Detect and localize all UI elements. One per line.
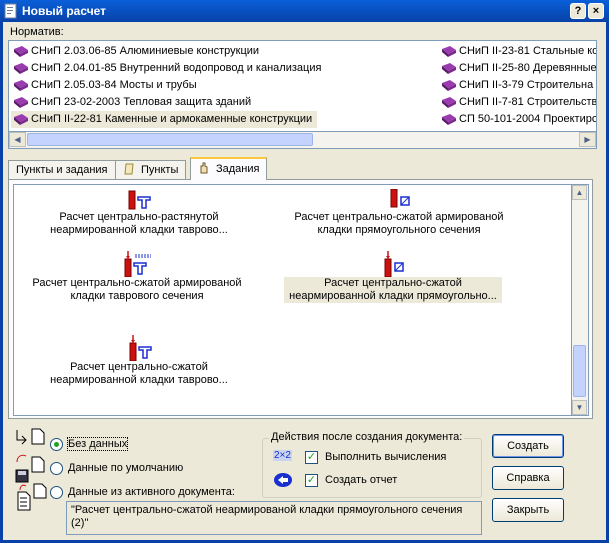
scroll-thumb[interactable] xyxy=(573,345,586,397)
hand-icon xyxy=(200,162,208,174)
default-data-radio[interactable] xyxy=(50,462,63,475)
scroll-right-icon[interactable]: ▶ xyxy=(579,132,596,147)
normativ-item[interactable]: СНиП 23-02-2003 Тепловая защита зданий xyxy=(11,94,431,111)
active-document-radio[interactable] xyxy=(50,486,63,499)
normativ-item[interactable]: СП 50-101-2004 Проектиров xyxy=(439,111,596,128)
scroll-up-icon[interactable]: ▲ xyxy=(572,185,587,200)
tasks-view[interactable]: Расчет центрально-растянутой неармирован… xyxy=(13,184,572,416)
normativ-item[interactable]: СНиП 2.03.06-85 Алюминиевые конструкции xyxy=(11,43,431,60)
page-icon xyxy=(124,163,134,175)
tee-section-icon xyxy=(128,190,151,210)
report-label: Создать отчет xyxy=(325,474,398,486)
tasks-panel: Расчет центрально-растянутой неармирован… xyxy=(8,179,593,419)
data-option-icons xyxy=(15,428,47,511)
normativ-item[interactable]: СНиП 2.05.03-84 Мосты и трубы xyxy=(11,77,431,94)
scroll-thumb[interactable] xyxy=(27,133,313,146)
compute-label: Выполнить вычисления xyxy=(325,451,447,463)
calculator-icon: 2×2 xyxy=(273,450,292,461)
normativ-item[interactable]: СНиП II-7-81 Строительство xyxy=(439,94,596,111)
window-title: Новый расчет xyxy=(22,4,107,18)
task-item[interactable]: Расчет центрально-сжатой армированой кла… xyxy=(284,189,514,237)
tab-points-and-tasks[interactable]: Пункты и задания xyxy=(8,160,116,179)
book-icon xyxy=(442,114,456,125)
tasks-vertical-scrollbar[interactable]: ▲ ▼ xyxy=(572,184,589,416)
book-icon xyxy=(14,114,28,125)
scroll-down-icon[interactable]: ▼ xyxy=(572,400,587,415)
book-icon xyxy=(442,63,456,74)
book-icon xyxy=(442,46,456,57)
normativ-item[interactable]: СНиП II-3-79 Строительна xyxy=(439,77,596,94)
rect-section-icon xyxy=(390,189,410,208)
normativ-item-selected[interactable]: СНиП II-22-81 Каменные и армокаменные ко… xyxy=(11,111,317,128)
help-title-button[interactable]: ? xyxy=(570,3,586,19)
normativ-list[interactable]: СНиП 2.03.06-85 Алюминиевые конструкции … xyxy=(8,40,597,132)
close-title-button[interactable]: × xyxy=(588,3,604,19)
help-button[interactable]: Справка xyxy=(492,466,564,490)
tab-tasks[interactable]: Задания xyxy=(190,157,268,180)
book-icon xyxy=(14,46,28,57)
normativ-item[interactable]: СНиП 2.04.01-85 Внутренний водопровод и … xyxy=(11,60,431,77)
scroll-left-icon[interactable]: ◀ xyxy=(9,132,26,147)
task-item[interactable]: Расчет центрально-растянутой неармирован… xyxy=(34,189,244,237)
rect-section-icon xyxy=(384,251,404,277)
normativ-item[interactable]: СНиП II-23-81 Стальные кон xyxy=(439,43,596,60)
create-button[interactable]: Создать xyxy=(492,434,564,458)
after-create-group: Действия после создания документа: 2×2 ✓… xyxy=(262,431,482,498)
active-document-value: "Расчет центрально-сжатой неармированой … xyxy=(66,501,482,535)
book-icon xyxy=(14,63,28,74)
tee-reinforced-icon xyxy=(124,251,151,277)
compute-checkbox[interactable]: ✓ xyxy=(305,451,318,464)
tee-section-icon xyxy=(129,335,152,361)
tab-points[interactable]: Пункты xyxy=(115,160,187,179)
report-checkbox[interactable]: ✓ xyxy=(305,474,318,487)
normativ-item[interactable]: СНиП II-25-80 Деревянные xyxy=(439,60,596,77)
close-button[interactable]: Закрыть xyxy=(492,498,564,522)
no-data-radio[interactable] xyxy=(50,438,63,451)
book-icon xyxy=(14,97,28,108)
task-item[interactable]: Расчет центрально-сжатой армированой кла… xyxy=(22,251,252,303)
normativ-label: Норматив: xyxy=(10,26,64,38)
book-icon xyxy=(442,97,456,108)
normativ-column-left: СНиП 2.03.06-85 Алюминиевые конструкции … xyxy=(11,43,431,128)
normativ-column-right: СНиП II-23-81 Стальные кон СНиП II-25-80… xyxy=(439,43,596,128)
app-icon xyxy=(4,3,17,19)
report-icon xyxy=(274,473,292,487)
normativ-horizontal-scrollbar[interactable]: ◀ ▶ xyxy=(8,132,597,149)
book-icon xyxy=(14,80,28,91)
task-item[interactable]: Расчет центрально-сжатой неармированной … xyxy=(34,335,244,387)
task-item-selected[interactable]: Расчет центрально-сжатой неармированной … xyxy=(284,251,502,303)
book-icon xyxy=(442,80,456,91)
after-create-label: Действия после создания документа: xyxy=(269,431,465,443)
title-bar: Новый расчет ? × xyxy=(0,0,609,22)
